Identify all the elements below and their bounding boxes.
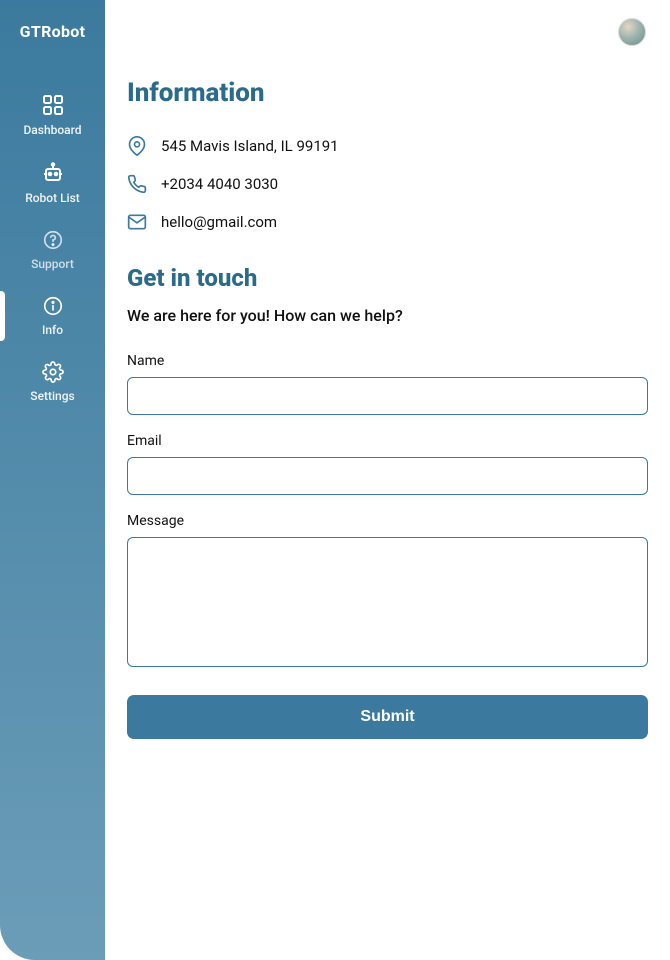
robot-icon — [41, 161, 65, 185]
avatar[interactable] — [618, 18, 646, 46]
message-textarea[interactable] — [127, 537, 648, 667]
support-icon — [42, 229, 64, 251]
contact-title: Get in touch — [127, 264, 648, 292]
name-label: Name — [127, 353, 648, 369]
main-content: Information 545 Mavis Island, IL 99191 +… — [105, 0, 670, 960]
info-phone-row: +2034 4040 3030 — [127, 174, 648, 194]
name-input[interactable] — [127, 377, 648, 415]
info-phone-text: +2034 4040 3030 — [161, 175, 278, 193]
brand-logo: GTRobot — [20, 22, 86, 41]
sidebar-item-robot-list[interactable]: Robot List — [0, 149, 105, 217]
info-icon — [42, 295, 64, 317]
sidebar-item-label: Support — [31, 257, 74, 271]
sidebar-item-label: Robot List — [25, 191, 80, 205]
email-input[interactable] — [127, 457, 648, 495]
contact-subtitle: We are here for you! How can we help? — [127, 306, 648, 325]
dashboard-icon — [41, 93, 65, 117]
info-address-text: 545 Mavis Island, IL 99191 — [161, 137, 339, 155]
mail-icon — [127, 212, 147, 232]
sidebar-item-settings[interactable]: Settings — [0, 349, 105, 415]
info-title: Information — [127, 78, 648, 108]
settings-icon — [42, 361, 64, 383]
info-email-text: hello@gmail.com — [161, 213, 277, 231]
sidebar-item-label: Settings — [30, 389, 74, 403]
phone-icon — [127, 174, 147, 194]
message-label: Message — [127, 513, 648, 529]
info-address-row: 545 Mavis Island, IL 99191 — [127, 136, 648, 156]
sidebar-item-label: Info — [42, 323, 63, 337]
submit-button[interactable]: Submit — [127, 695, 648, 739]
location-icon — [127, 136, 147, 156]
sidebar-item-dashboard[interactable]: Dashboard — [0, 81, 105, 149]
email-label: Email — [127, 433, 648, 449]
info-email-row: hello@gmail.com — [127, 212, 648, 232]
sidebar: GTRobot Dashboard Robot List — [0, 0, 105, 960]
sidebar-item-label: Dashboard — [23, 123, 81, 137]
sidebar-item-support[interactable]: Support — [0, 217, 105, 283]
sidebar-item-info[interactable]: Info — [0, 283, 105, 349]
